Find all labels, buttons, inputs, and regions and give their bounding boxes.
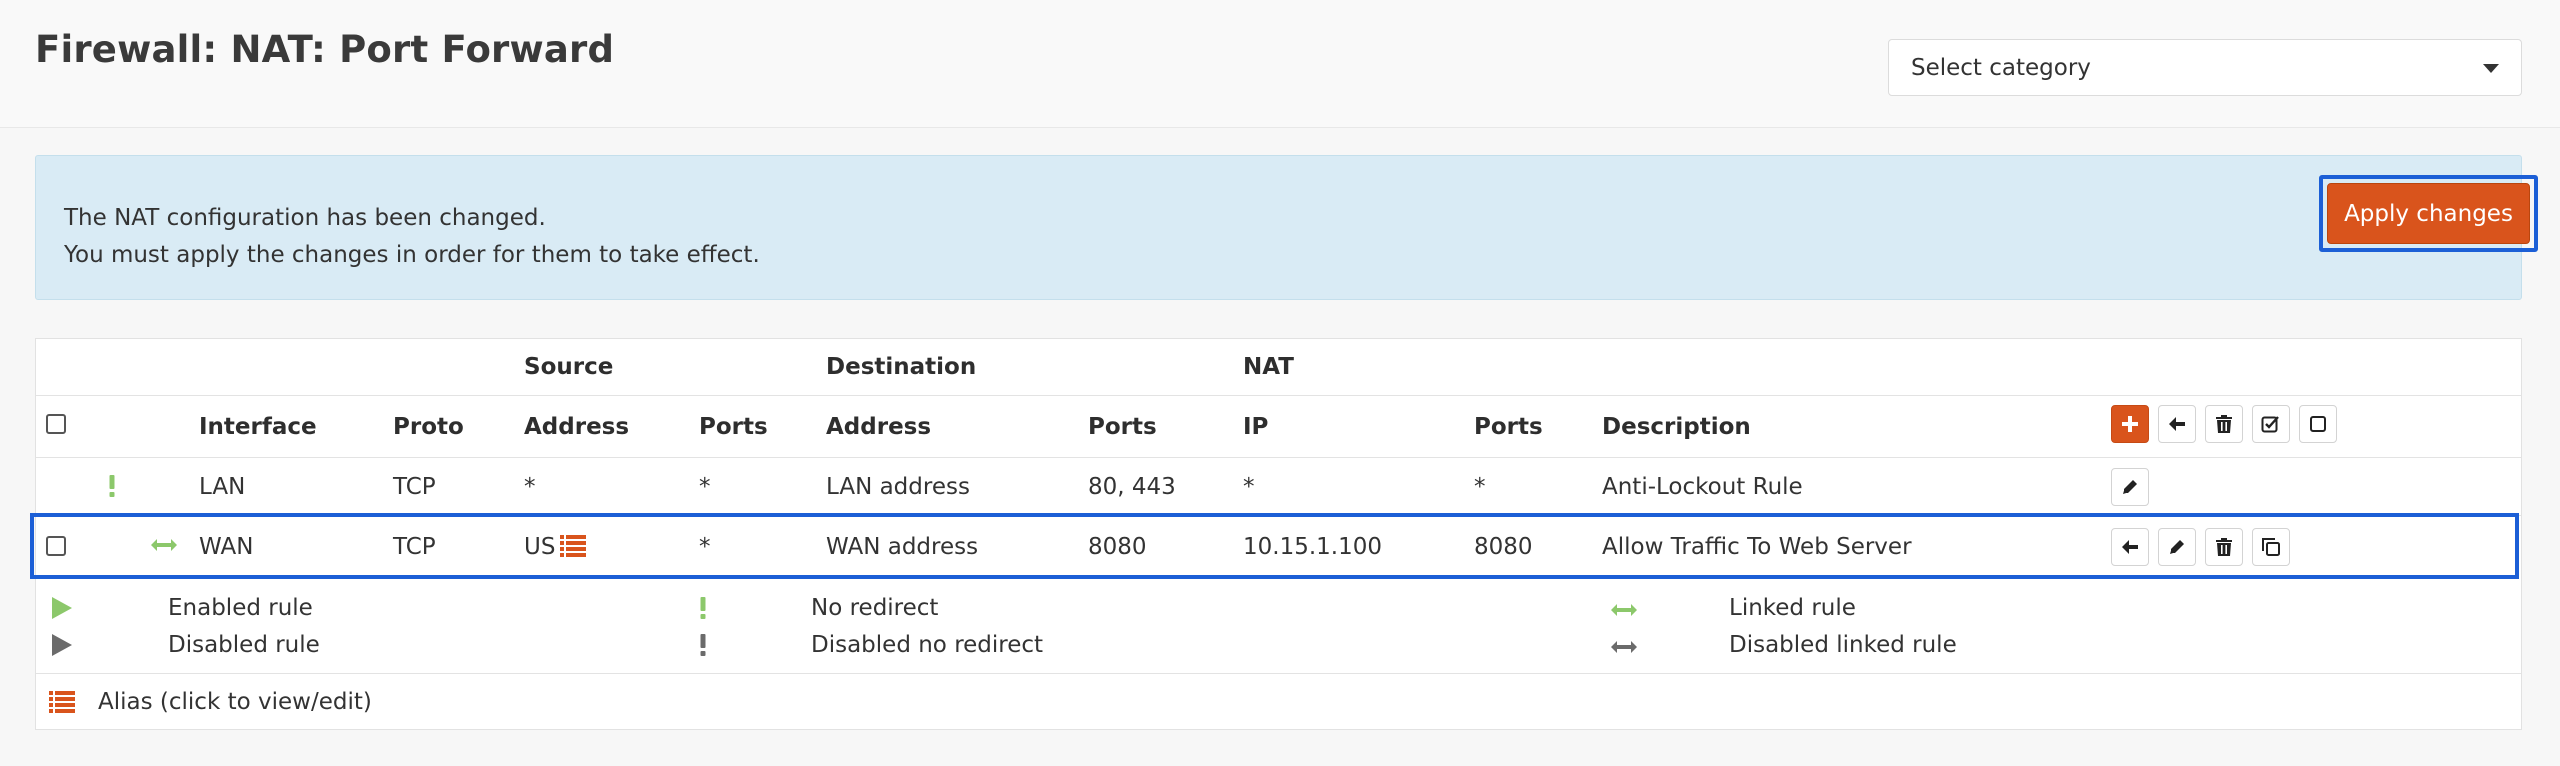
move-rules-button[interactable] — [2158, 405, 2196, 443]
legend-no-redirect: No redirect — [811, 595, 939, 621]
divider — [36, 395, 2521, 396]
disabled-no-redirect-icon — [699, 634, 707, 660]
linked-rule-icon — [1611, 602, 1637, 622]
legend-linked-rule: Linked rule — [1729, 595, 1856, 621]
row-nat-ip: * — [1243, 474, 1255, 500]
column-header-nat-ip: IP — [1243, 414, 1269, 440]
row-destination-ports: 8080 — [1088, 534, 1147, 560]
row-source-ports: * — [699, 534, 711, 560]
edit-rule-button[interactable] — [2111, 468, 2149, 506]
row-interface: WAN — [199, 534, 254, 560]
arrow-left-icon — [2122, 540, 2138, 554]
divider — [36, 515, 2521, 516]
disabled-rule-icon — [52, 634, 72, 660]
linked-rule-icon — [151, 537, 177, 557]
pencil-icon — [2170, 540, 2184, 554]
column-header-interface: Interface — [199, 414, 317, 440]
edit-rule-button[interactable] — [2158, 528, 2196, 566]
row-nat-ports: * — [1474, 474, 1486, 500]
row-destination-ports: 80, 443 — [1088, 474, 1176, 500]
column-header-proto: Proto — [393, 414, 464, 440]
column-header-description: Description — [1602, 414, 1751, 440]
page-title: Firewall: NAT: Port Forward — [35, 28, 615, 71]
chevron-down-icon — [2483, 64, 2499, 73]
trash-icon — [2216, 538, 2232, 556]
arrow-left-icon — [2169, 417, 2185, 431]
no-redirect-icon — [699, 597, 707, 623]
divider — [36, 457, 2521, 458]
row-description: Allow Traffic To Web Server — [1602, 534, 1912, 560]
column-header-source-ports: Ports — [699, 414, 768, 440]
legend-alias: Alias (click to view/edit) — [98, 689, 372, 715]
divider — [36, 673, 2521, 674]
legend-disabled-no-redirect: Disabled no redirect — [811, 632, 1044, 658]
apply-button-highlight: Apply changes — [2319, 175, 2538, 252]
select-all-checkbox[interactable] — [46, 414, 66, 434]
alert-message-line1: The NAT configuration has been changed. — [64, 205, 546, 231]
alias-list-icon — [49, 689, 75, 717]
alert-message-line2: You must apply the changes in order for … — [64, 242, 760, 268]
enabled-rule-icon — [52, 597, 72, 623]
row-select-checkbox[interactable] — [46, 536, 66, 556]
column-header-source-address: Address — [524, 414, 630, 440]
square-icon — [2310, 416, 2326, 432]
disabled-linked-rule-icon — [1611, 639, 1637, 659]
column-header-destination-address: Address — [826, 414, 932, 440]
row-nat-ports: 8080 — [1474, 534, 1533, 560]
delete-selected-button[interactable] — [2205, 405, 2243, 443]
apply-changes-button[interactable]: Apply changes — [2327, 183, 2530, 244]
changes-alert: The NAT configuration has been changed. … — [35, 155, 2538, 300]
plus-icon — [2122, 416, 2138, 432]
column-header-nat-ports: Ports — [1474, 414, 1543, 440]
row-proto: TCP — [393, 534, 436, 560]
row-proto: TCP — [393, 474, 436, 500]
category-select[interactable]: Select category — [1888, 39, 2522, 96]
legend-enabled-rule: Enabled rule — [168, 595, 313, 621]
row-destination-address: WAN address — [826, 534, 979, 560]
no-redirect-icon — [108, 475, 116, 501]
legend-disabled-linked-rule: Disabled linked rule — [1729, 632, 1957, 658]
alias-list-icon[interactable] — [560, 533, 586, 561]
pencil-icon — [2123, 480, 2137, 494]
category-select-value: Select category — [1911, 55, 2091, 81]
nat-rules-table: Source Destination NAT Interface Proto A… — [30, 338, 2522, 730]
group-header-nat: NAT — [1243, 354, 1294, 380]
row-source-address: US — [524, 534, 556, 560]
disable-selected-button[interactable] — [2299, 405, 2337, 443]
trash-icon — [2216, 415, 2232, 433]
group-header-source: Source — [524, 354, 614, 380]
row-description: Anti-Lockout Rule — [1602, 474, 1803, 500]
check-square-icon — [2261, 416, 2279, 433]
clone-icon — [2262, 538, 2280, 556]
move-rule-button[interactable] — [2111, 528, 2149, 566]
page-header: Firewall: NAT: Port Forward Select categ… — [0, 0, 2560, 128]
add-rule-button[interactable] — [2111, 405, 2149, 443]
column-header-destination-ports: Ports — [1088, 414, 1157, 440]
row-source-address: * — [524, 474, 536, 500]
group-header-destination: Destination — [826, 354, 977, 380]
clone-rule-button[interactable] — [2252, 528, 2290, 566]
row-source-ports: * — [699, 474, 711, 500]
legend-disabled-rule: Disabled rule — [168, 632, 320, 658]
row-interface: LAN — [199, 474, 246, 500]
row-nat-ip: 10.15.1.100 — [1243, 534, 1382, 560]
row-destination-address: LAN address — [826, 474, 970, 500]
enable-selected-button[interactable] — [2252, 405, 2290, 443]
delete-rule-button[interactable] — [2205, 528, 2243, 566]
